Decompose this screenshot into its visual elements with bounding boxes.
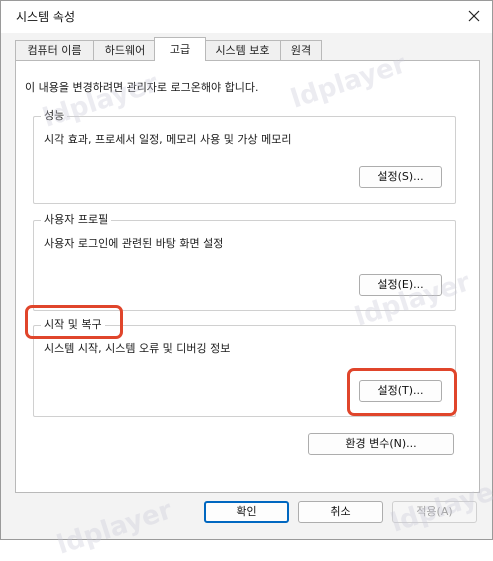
performance-group: 성능 시각 효과, 프로세서 일정, 메모리 사용 및 가상 메모리 설정(S)…	[33, 109, 456, 204]
tab-advanced[interactable]: 고급	[154, 37, 206, 61]
startup-recovery-description: 시스템 시작, 시스템 오류 및 디버깅 정보	[44, 342, 231, 355]
performance-description: 시각 효과, 프로세서 일정, 메모리 사용 및 가상 메모리	[44, 133, 292, 146]
apply-button: 적용(A)	[392, 501, 477, 523]
performance-settings-button[interactable]: 설정(S)...	[359, 166, 442, 188]
user-profiles-label: 사용자 프로필	[41, 213, 112, 227]
user-profiles-settings-button[interactable]: 설정(E)...	[359, 274, 442, 296]
system-properties-dialog: 시스템 속성 컴퓨터 이름 하드웨어 고급 시스템 보호 원격 이 내용을 변경…	[0, 0, 493, 561]
user-profiles-description: 사용자 로그인에 관련된 바탕 화면 설정	[44, 237, 224, 250]
close-button[interactable]	[460, 3, 488, 29]
close-icon	[468, 10, 480, 22]
performance-label: 성능	[41, 109, 68, 123]
tab-system-protection[interactable]: 시스템 보호	[204, 40, 281, 60]
user-profiles-group: 사용자 프로필 사용자 로그인에 관련된 바탕 화면 설정 설정(E)...	[33, 213, 456, 311]
environment-variables-button[interactable]: 환경 변수(N)...	[308, 433, 454, 455]
cancel-button[interactable]: 취소	[298, 501, 383, 523]
tab-hardware[interactable]: 하드웨어	[93, 40, 157, 60]
highlight-startup-label	[25, 305, 123, 339]
tab-remote[interactable]: 원격	[280, 40, 322, 60]
tab-computer-name[interactable]: 컴퓨터 이름	[15, 40, 94, 60]
admin-notice: 이 내용을 변경하려면 관리자로 로그온해야 합니다.	[25, 81, 259, 94]
window-title: 시스템 속성	[16, 10, 76, 24]
highlight-startup-button	[347, 368, 457, 416]
ok-button[interactable]: 확인	[204, 501, 289, 523]
dialog-footer: 확인 취소 적용(A)	[1, 496, 492, 539]
title-bar: 시스템 속성	[1, 1, 492, 33]
